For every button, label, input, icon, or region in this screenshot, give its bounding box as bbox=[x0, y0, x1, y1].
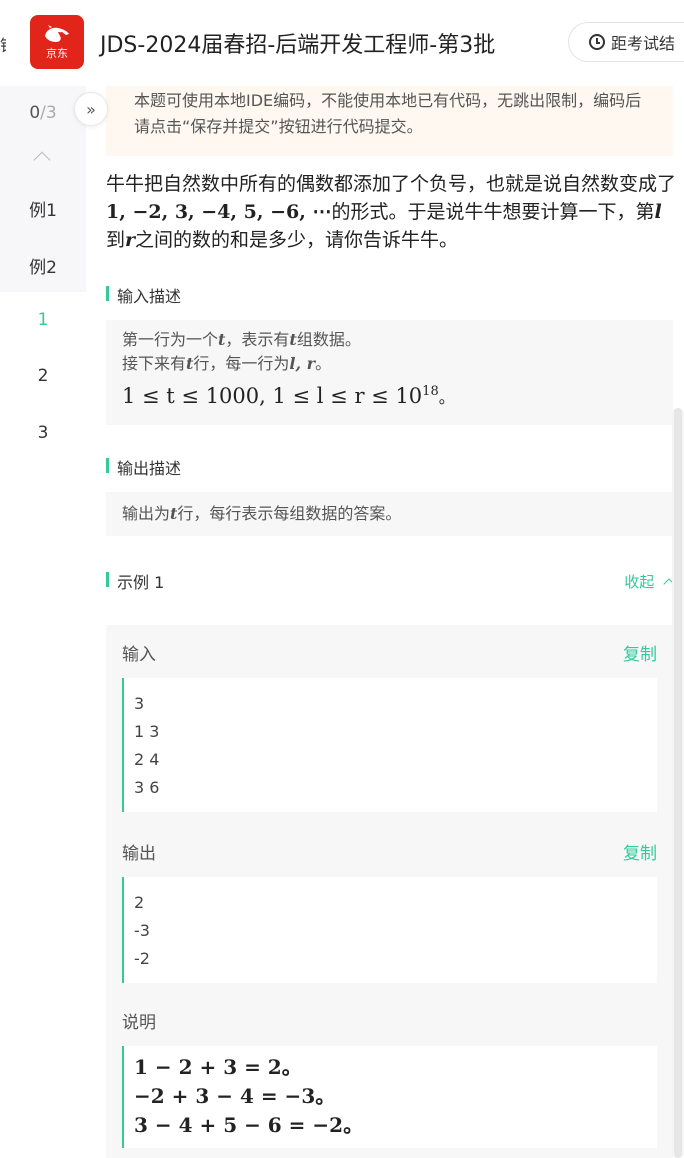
scrollbar-thumb[interactable] bbox=[674, 408, 682, 1158]
text: 行，每行表示每组数据的答案。 bbox=[177, 504, 402, 523]
problem-text-2: 的形式。于是说牛牛想要计算一下，第 bbox=[331, 201, 655, 223]
text: 接下来有 bbox=[122, 354, 187, 373]
explain-line: 3 − 4 + 5 − 6 = −2。 bbox=[134, 1113, 364, 1137]
page-title: JDS-2024届春招-后端开发工程师-第3批 bbox=[100, 33, 496, 58]
code-line: 1 3 bbox=[134, 722, 160, 741]
input-constraint: 1 ≤ t ≤ 1000, 1 ≤ l ≤ r ≤ 1018。 bbox=[122, 376, 657, 414]
example-box: 输入 复制 3 1 3 2 4 3 6 输出 复制 2 -3 -2 说明 1 −… bbox=[106, 625, 673, 1158]
text: 组数据。 bbox=[296, 330, 361, 349]
jd-dog-icon bbox=[45, 25, 69, 42]
text: ，表示有 bbox=[225, 330, 290, 349]
var-r: r bbox=[125, 229, 136, 251]
problem-text-1: 牛牛把自然数中所有的偶数都添加了个负号，也就是说自然数变成了 bbox=[106, 173, 677, 195]
question-nav: 0/3 例1 例2 1 2 3 bbox=[0, 86, 86, 1158]
example-output-label: 输出 bbox=[122, 844, 156, 864]
double-chevron-right-icon: » bbox=[86, 99, 96, 119]
text: 行，每一行为 bbox=[193, 354, 290, 373]
content-scrollbar[interactable] bbox=[672, 408, 684, 1158]
code-line: -2 bbox=[134, 949, 150, 968]
text: 。 bbox=[315, 354, 332, 373]
explain-line: −2 + 3 − 4 = −3。 bbox=[134, 1084, 336, 1108]
exam-timer-button[interactable]: 距考试结 bbox=[568, 22, 684, 62]
example-explain-label: 说明 bbox=[122, 1013, 156, 1033]
example-input-label: 输入 bbox=[122, 645, 156, 665]
problem-sequence: 1, −2, 3, −4, 5, −6, ⋯ bbox=[106, 201, 332, 223]
copy-input-button[interactable]: 复制 bbox=[623, 640, 657, 665]
left-cut-text: 错 bbox=[0, 32, 6, 56]
code-line: 3 bbox=[134, 694, 145, 713]
nav-item-q3[interactable]: 3 bbox=[0, 423, 86, 443]
collapse-example-toggle[interactable]: 收起 bbox=[624, 571, 675, 592]
example-explain-box: 1 − 2 + 3 = 2。 −2 + 3 − 4 = −3。 3 − 4 + … bbox=[122, 1046, 657, 1148]
nav-item-example2[interactable]: 例2 bbox=[0, 253, 86, 278]
code-line: 2 bbox=[134, 893, 145, 912]
chevron-up-icon[interactable] bbox=[33, 151, 51, 169]
top-header: 错 京东 JDS-2024届春招-后端开发工程师-第3批 距考试结 bbox=[0, 0, 684, 86]
input-desc-title: 输入描述 bbox=[106, 283, 181, 307]
code-line: 3 6 bbox=[134, 778, 160, 797]
input-desc-line1: 第一行为一个t，表示有t组数据。 bbox=[122, 328, 657, 352]
constraint-end: 。 bbox=[438, 388, 455, 407]
code-line: -3 bbox=[134, 921, 150, 940]
progress-done: 0 bbox=[29, 103, 41, 123]
output-desc-line: 输出为t行，每行表示每组数据的答案。 bbox=[122, 502, 657, 526]
collapse-nav-button[interactable]: » bbox=[74, 92, 108, 126]
exam-timer-label: 距考试结 bbox=[611, 34, 676, 53]
var-l: l bbox=[654, 201, 662, 223]
notice-banner: 本题可使用本地IDE编码，不能使用本地已有代码，无跳出限制，编码后请点击“保存并… bbox=[106, 86, 673, 156]
var-t: t bbox=[289, 330, 297, 349]
output-desc-box: 输出为t行，每行表示每组数据的答案。 bbox=[106, 492, 673, 536]
code-line: 2 4 bbox=[134, 750, 160, 769]
progress-total: /3 bbox=[40, 103, 57, 123]
copy-output-button[interactable]: 复制 bbox=[623, 839, 657, 864]
progress-counter: 0/3 bbox=[0, 103, 86, 123]
nav-top-panel: 0/3 例1 例2 bbox=[0, 86, 86, 292]
toggle-label: 收起 bbox=[624, 573, 655, 591]
nav-item-q1[interactable]: 1 bbox=[0, 310, 86, 330]
explain-line: 1 − 2 + 3 = 2。 bbox=[134, 1055, 302, 1079]
example-title: 示例 1 bbox=[106, 569, 164, 593]
jd-logo[interactable]: 京东 bbox=[30, 15, 84, 69]
problem-text-4: 之间的数的和是多少，请你告诉牛牛。 bbox=[135, 229, 459, 251]
text: 输出为 bbox=[122, 504, 171, 523]
nav-item-example1[interactable]: 例1 bbox=[0, 196, 86, 221]
logo-text: 京东 bbox=[46, 47, 68, 60]
constraint-text: 1 ≤ t ≤ 1000, 1 ≤ l ≤ r ≤ 10 bbox=[122, 384, 423, 408]
input-desc-line2: 接下来有t行，每一行为l, r。 bbox=[122, 352, 657, 376]
clock-icon bbox=[589, 34, 605, 50]
example-input-code[interactable]: 3 1 3 2 4 3 6 bbox=[122, 678, 657, 812]
constraint-exponent: 18 bbox=[422, 384, 439, 399]
input-desc-box: 第一行为一个t，表示有t组数据。 接下来有t行，每一行为l, r。 1 ≤ t … bbox=[106, 320, 673, 425]
text: 第一行为一个 bbox=[122, 330, 219, 349]
output-desc-title: 输出描述 bbox=[106, 455, 181, 479]
problem-text-3: 到 bbox=[106, 229, 126, 251]
nav-item-q2[interactable]: 2 bbox=[0, 366, 86, 386]
problem-statement: 牛牛把自然数中所有的偶数都添加了个负号，也就是说自然数变成了 1, −2, 3, … bbox=[106, 170, 676, 254]
example-output-code[interactable]: 2 -3 -2 bbox=[122, 877, 657, 983]
var-lr: l, r bbox=[289, 354, 316, 373]
